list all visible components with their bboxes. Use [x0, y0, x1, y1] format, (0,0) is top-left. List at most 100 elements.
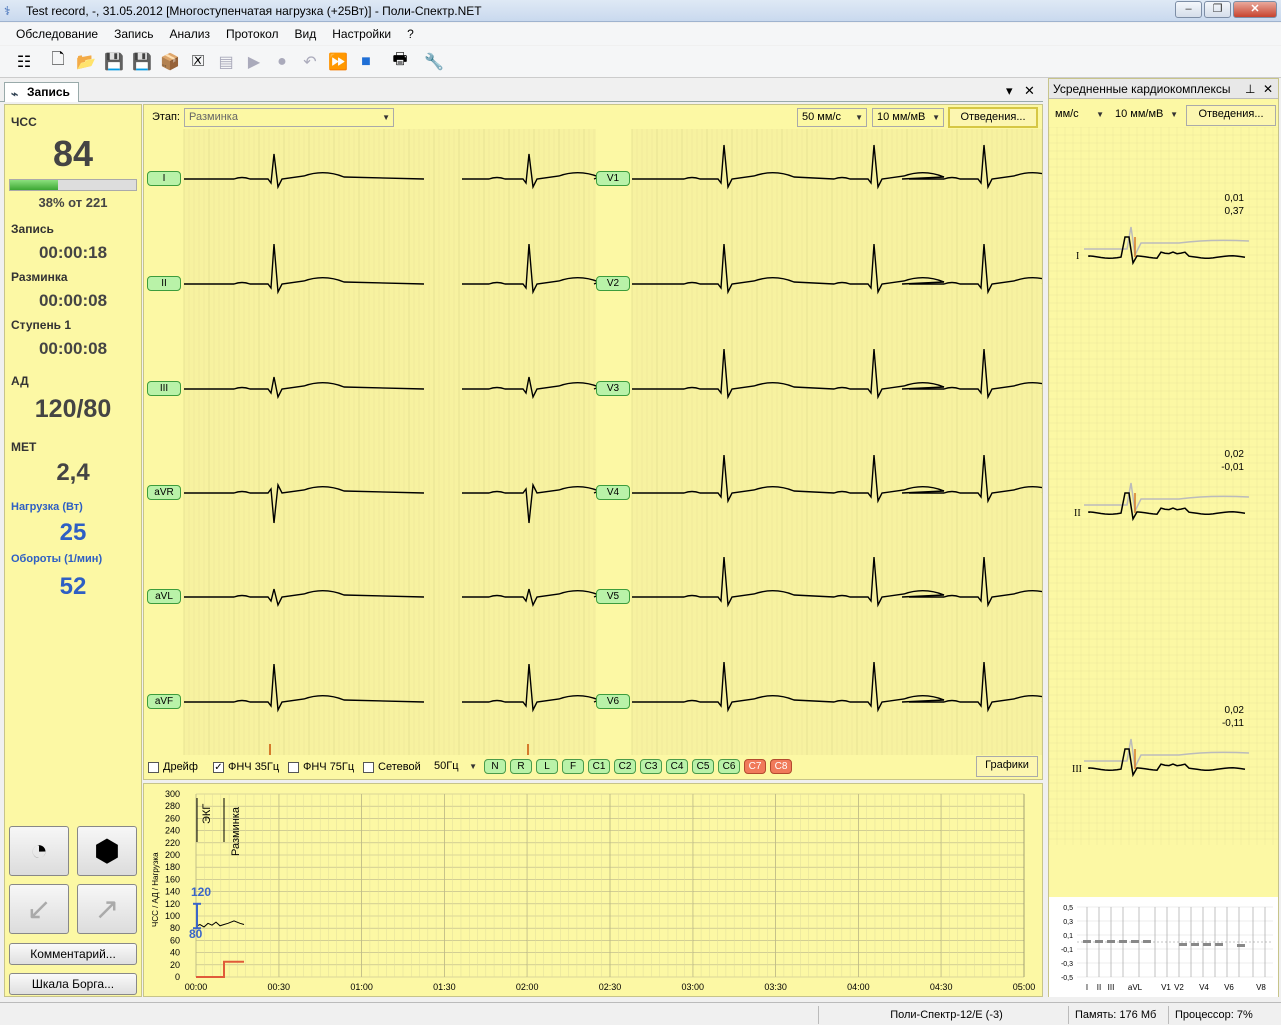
leads-button[interactable]: Отведения... [948, 107, 1038, 128]
marker-button[interactable]: C1 [588, 759, 610, 774]
menu-analysis[interactable]: Анализ [161, 24, 218, 44]
drift-filter-checkbox[interactable]: Дрейф [148, 761, 198, 773]
ecg-traces [183, 129, 1042, 755]
next-stage-button[interactable]: ↗ [77, 884, 137, 934]
avg-leads-button[interactable]: Отведения... [1186, 105, 1276, 126]
st-ytick: -0,3 [1061, 961, 1073, 968]
fast-forward-icon[interactable]: ⏩ [326, 50, 350, 74]
rpm-label: Обороты (1/мин) [11, 553, 103, 565]
pin-icon[interactable]: ⊥ [1245, 79, 1255, 99]
lpf75-checkbox[interactable]: ФНЧ 75Гц [288, 761, 354, 773]
lead-label[interactable]: I [147, 171, 181, 186]
comment-button[interactable]: Комментарий... [9, 943, 137, 965]
lead-label[interactable]: II [147, 276, 181, 291]
st-xlabel: V6 [1224, 983, 1234, 992]
st-xlabel: III [1108, 983, 1115, 992]
avg-gain-select[interactable]: 10 мм/мВ ▼ [1111, 106, 1181, 125]
trend-xtick: 00:30 [268, 982, 291, 992]
lead-label[interactable]: V4 [596, 485, 630, 500]
trend-ytick: 300 [165, 789, 180, 799]
lpf35-checkbox[interactable]: ✓ ФНЧ 35Гц [213, 761, 279, 773]
tree-icon[interactable]: ☷ [12, 50, 36, 74]
lead-label[interactable]: V5 [596, 589, 630, 604]
close-record-icon[interactable]: 🗵 [186, 50, 210, 74]
tab-close-icon[interactable]: ✕ [1024, 83, 1035, 99]
prev-stage-button[interactable]: ↙ [9, 884, 69, 934]
marker-button[interactable]: C3 [640, 759, 662, 774]
play-icon[interactable]: ▶ [242, 50, 266, 74]
checkbox-box [288, 761, 299, 773]
rec-time: 00:00:18 [38, 243, 108, 262]
marker-button[interactable]: C4 [666, 759, 688, 774]
lead-label[interactable]: V1 [596, 171, 630, 186]
menu-settings[interactable]: Настройки [324, 24, 399, 44]
trend-xtick: 00:00 [185, 982, 208, 992]
gain-select[interactable]: 10 мм/мВ ▼ [872, 108, 944, 127]
save-icon[interactable]: 💾 [102, 50, 126, 74]
close-button[interactable]: ✕ [1233, 1, 1277, 18]
event-label: Разминка [230, 806, 242, 856]
undo-icon[interactable]: ↶ [298, 50, 322, 74]
hr-value: 84 [52, 133, 94, 174]
menu-exam[interactable]: Обследование [8, 24, 106, 44]
open-record-icon[interactable]: 📂 [74, 50, 98, 74]
bp-diastolic-label: 80 [189, 927, 203, 941]
bp-value: 120/80 [34, 395, 112, 423]
marker-button[interactable]: L [536, 759, 558, 774]
checkbox-box [148, 761, 159, 773]
ecg-tab-icon: ⌁ [11, 87, 19, 101]
menu-record[interactable]: Запись [106, 24, 161, 44]
load-trend-line [196, 960, 244, 978]
st-ytick: 0,5 [1063, 905, 1073, 912]
speedometer-button[interactable]: ◔ [9, 826, 69, 876]
marker-button[interactable]: C6 [718, 759, 740, 774]
avg-speed-select[interactable]: мм/с ▼ [1051, 106, 1107, 125]
toolbar: ☷ 🗋 📂 💾 💾 📦 🗵 ▤ ▶ ● ↶ ⏩ ■ 🖶 🔧 [0, 46, 1281, 78]
maximize-button[interactable]: ❐ [1204, 1, 1231, 18]
menu-view[interactable]: Вид [287, 24, 325, 44]
stage-select[interactable]: Разминка ▼ [184, 108, 394, 127]
panel-close-icon[interactable]: ✕ [1263, 79, 1273, 99]
speed-select[interactable]: 50 мм/с ▼ [797, 108, 867, 127]
lead-label[interactable]: V3 [596, 381, 630, 396]
averaged-complexes-title: Усредненные кардиокомплексы ⊥ ✕ [1049, 79, 1278, 99]
avg-gain-value: 10 мм/мВ [1115, 108, 1164, 120]
lead-label[interactable]: aVR [147, 485, 181, 500]
lead-label[interactable]: aVF [147, 694, 181, 709]
lead-label[interactable]: V6 [596, 694, 630, 709]
minimize-button[interactable]: – [1175, 1, 1202, 18]
lead-label[interactable]: III [147, 381, 181, 396]
mains-filter-checkbox[interactable]: Сетевой [363, 761, 421, 773]
st-ytick: 0,3 [1063, 919, 1073, 926]
settings-icon[interactable]: 🔧 [422, 50, 446, 74]
marker-button[interactable]: C8 [770, 759, 792, 774]
print-icon[interactable]: 🖶 [388, 50, 412, 74]
tab-record[interactable]: ⌁ Запись [4, 82, 79, 102]
ecg-panel: Этап: Разминка ▼ 50 мм/с ▼ 10 мм/мВ ▼ Отвед… [143, 104, 1043, 780]
lead-label[interactable]: V2 [596, 276, 630, 291]
st-value-mark [1237, 944, 1245, 947]
borg-scale-button[interactable]: Шкала Борга... [9, 973, 137, 995]
weight-button[interactable]: ⬢ [77, 826, 137, 876]
st-value-mark [1107, 940, 1115, 943]
stop-icon[interactable]: ■ [354, 50, 378, 74]
marker-button[interactable]: F [562, 759, 584, 774]
report-icon[interactable]: ▤ [214, 50, 238, 74]
marker-button[interactable]: C2 [614, 759, 636, 774]
tab-menu-icon[interactable]: ▾ [1006, 83, 1013, 99]
graphs-button[interactable]: Графики [976, 756, 1038, 777]
new-record-icon[interactable]: 🗋 [46, 50, 70, 74]
lead-label[interactable]: aVL [147, 589, 181, 604]
save-all-icon[interactable]: 💾 [130, 50, 154, 74]
menu-help[interactable]: ? [399, 24, 422, 44]
marker-button[interactable]: C7 [744, 759, 766, 774]
marker-button[interactable]: C5 [692, 759, 714, 774]
mains-freq-select[interactable]: 50Гц ▼ [430, 758, 480, 777]
marker-button[interactable]: N [484, 759, 506, 774]
archive-icon[interactable]: 📦 [158, 50, 182, 74]
trend-xtick: 03:00 [682, 982, 705, 992]
menu-protocol[interactable]: Протокол [218, 24, 287, 44]
lpf35-label: ФНЧ 35Гц [228, 761, 280, 773]
marker-button[interactable]: R [510, 759, 532, 774]
record-icon[interactable]: ● [270, 50, 294, 74]
